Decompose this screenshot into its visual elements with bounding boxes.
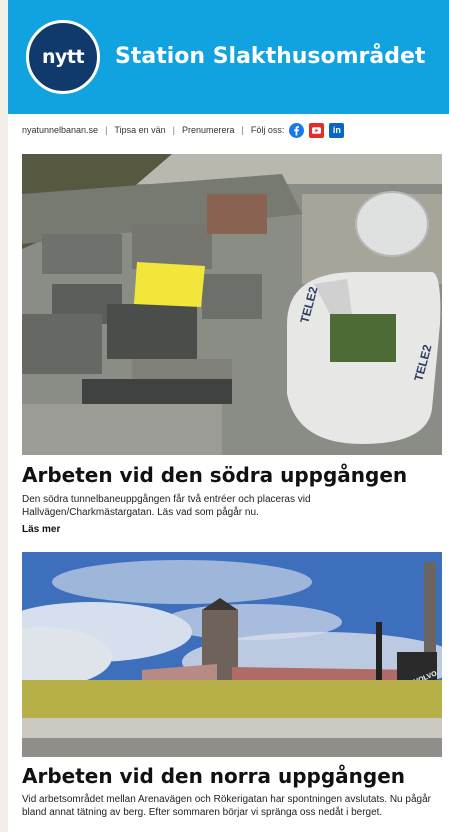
newsletter-page: nytt Station Slakthusområdet nyatunnelba… (8, 0, 449, 832)
facebook-icon[interactable] (289, 122, 305, 138)
logo-text: nytt (41, 46, 85, 68)
article-body-north: Vid arbetsområdet mellan Arenavägen och … (22, 794, 431, 818)
follow-label: Följ oss: (250, 125, 285, 135)
read-more-link[interactable]: Läs mer (22, 524, 60, 535)
tip-link[interactable]: Tipsa en vän (114, 125, 165, 135)
top-nav: nyatunnelbanan.se | Tipsa en vän | Prenu… (22, 120, 434, 140)
nav-separator: | (105, 125, 108, 135)
header-banner: nytt Station Slakthusområdet (8, 0, 449, 114)
page-title: Station Slakthusområdet (115, 44, 426, 69)
nav-separator: | (172, 125, 175, 135)
youtube-icon[interactable] (309, 122, 325, 138)
article-image-south[interactable]: TELE2 TELE2 (22, 154, 442, 455)
article-heading-south[interactable]: Arbeten vid den södra uppgången (22, 463, 442, 487)
article-heading-north[interactable]: Arbeten vid den norra uppgången (22, 764, 442, 788)
subscribe-link[interactable]: Prenumerera (182, 125, 235, 135)
article-image-north[interactable]: VOLVO (22, 552, 442, 757)
site-link[interactable]: nyatunnelbanan.se (22, 125, 98, 135)
nytt-logo[interactable]: nytt (26, 20, 100, 94)
article-body-south: Den södra tunnelbaneuppgången får två en… (22, 494, 311, 518)
nav-separator: | (241, 125, 244, 135)
linkedin-icon[interactable]: in (329, 122, 345, 138)
